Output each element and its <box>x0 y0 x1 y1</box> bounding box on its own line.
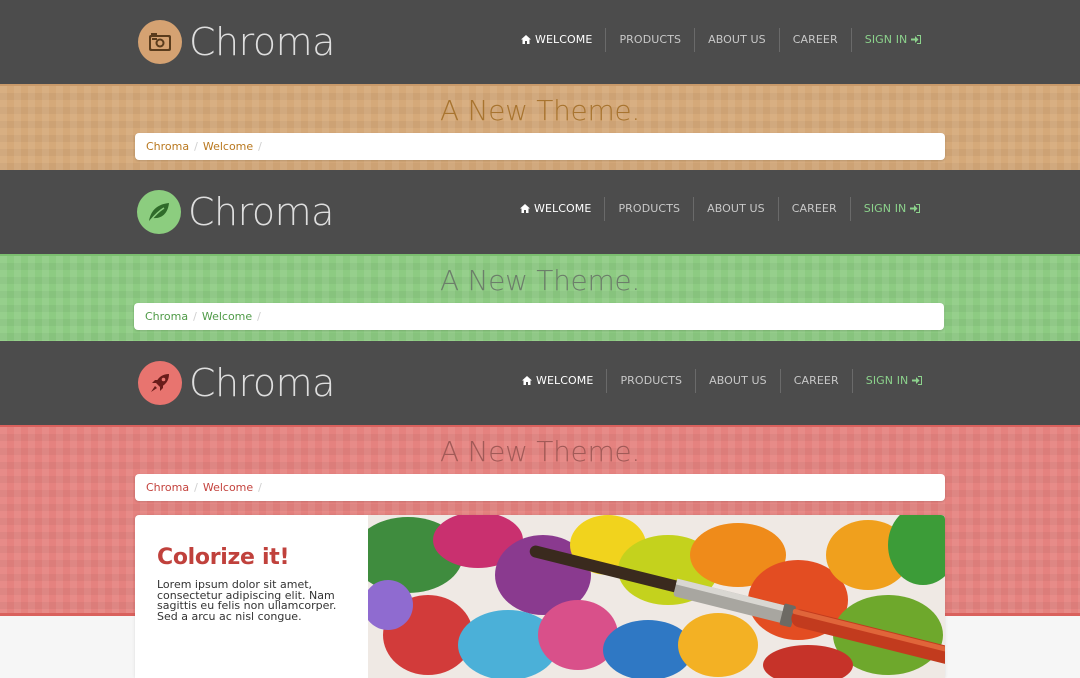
breadcrumb-separator: / <box>258 481 262 494</box>
breadcrumb-chroma[interactable]: Chroma <box>146 481 189 494</box>
breadcrumb-separator: / <box>194 140 198 153</box>
breadcrumb-chroma[interactable]: Chroma <box>146 140 189 153</box>
main-nav: Welcome Products About Us Career Sign In <box>508 28 934 52</box>
navbar: Chroma Welcome Products About Us Career … <box>0 341 1080 425</box>
nav-about-us[interactable]: About Us <box>693 197 778 221</box>
nav-welcome-label: Welcome <box>536 374 594 387</box>
breadcrumb-separator: / <box>257 310 261 323</box>
breadcrumb: Chroma / Welcome / <box>135 133 945 160</box>
nav-welcome-label: Welcome <box>535 33 593 46</box>
breadcrumb-welcome[interactable]: Welcome <box>202 310 252 323</box>
banner-title: A New Theme. <box>440 264 640 297</box>
nav-career[interactable]: Career <box>777 197 850 221</box>
feature-card: Colorize it! Lorem ipsum dolor sit amet,… <box>135 515 945 678</box>
breadcrumb: Chroma / Welcome / <box>134 303 944 330</box>
nav-about-us[interactable]: About Us <box>695 369 780 393</box>
nav-sign-in-label: Sign In <box>863 202 907 215</box>
nav-welcome[interactable]: Welcome <box>508 28 605 52</box>
leaf-icon <box>137 190 181 234</box>
logo-text: Chroma <box>188 190 334 234</box>
home-icon <box>520 204 531 213</box>
nav-products[interactable]: Products <box>606 369 695 393</box>
theme-preview-green: Chroma Welcome Products About Us Career … <box>0 170 1080 341</box>
navbar: Chroma Welcome Products About Us Career … <box>0 0 1080 84</box>
logo[interactable]: Chroma <box>138 361 335 405</box>
home-icon <box>521 35 532 44</box>
feature-card-heading: Colorize it! <box>157 545 290 570</box>
nav-career[interactable]: Career <box>779 369 852 393</box>
banner-title: A New Theme. <box>440 435 640 468</box>
camera-icon <box>138 20 182 64</box>
sign-in-icon <box>911 35 921 44</box>
main-nav: Welcome Products About Us Career Sign In <box>507 197 933 221</box>
feature-card-text: Colorize it! Lorem ipsum dolor sit amet,… <box>135 515 368 678</box>
feature-card-body: Lorem ipsum dolor sit amet, consectetur … <box>157 578 337 623</box>
rocket-icon <box>138 361 182 405</box>
nav-sign-in[interactable]: Sign In <box>849 197 933 221</box>
theme-preview-tan: Chroma Welcome Products About Us Career … <box>0 0 1080 170</box>
nav-about-us[interactable]: About Us <box>694 28 779 52</box>
paint-palette-image <box>368 515 945 678</box>
banner: A New Theme. Chroma / Welcome / <box>0 84 1080 170</box>
navbar: Chroma Welcome Products About Us Career … <box>0 170 1080 254</box>
logo-text: Chroma <box>189 20 335 64</box>
banner-title: A New Theme. <box>440 94 640 127</box>
logo-text: Chroma <box>189 361 335 405</box>
nav-products[interactable]: Products <box>604 197 693 221</box>
logo[interactable]: Chroma <box>137 190 334 234</box>
breadcrumb-welcome[interactable]: Welcome <box>203 140 253 153</box>
main-nav: Welcome Products About Us Career Sign In <box>509 369 935 393</box>
logo[interactable]: Chroma <box>138 20 335 64</box>
banner: A New Theme. Chroma / Welcome / <box>0 254 1080 341</box>
breadcrumb: Chroma / Welcome / <box>135 474 945 501</box>
breadcrumb-separator: / <box>193 310 197 323</box>
nav-welcome[interactable]: Welcome <box>507 197 604 221</box>
nav-sign-in-label: Sign In <box>864 33 908 46</box>
breadcrumb-chroma[interactable]: Chroma <box>145 310 188 323</box>
nav-sign-in[interactable]: Sign In <box>850 28 934 52</box>
sign-in-icon <box>912 376 922 385</box>
breadcrumb-separator: / <box>194 481 198 494</box>
nav-sign-in[interactable]: Sign In <box>851 369 935 393</box>
nav-welcome[interactable]: Welcome <box>509 369 606 393</box>
home-icon <box>522 376 533 385</box>
breadcrumb-welcome[interactable]: Welcome <box>203 481 253 494</box>
sign-in-icon <box>910 204 920 213</box>
nav-products[interactable]: Products <box>605 28 694 52</box>
nav-sign-in-label: Sign In <box>865 374 909 387</box>
breadcrumb-separator: / <box>258 140 262 153</box>
nav-career[interactable]: Career <box>778 28 851 52</box>
nav-welcome-label: Welcome <box>534 202 592 215</box>
